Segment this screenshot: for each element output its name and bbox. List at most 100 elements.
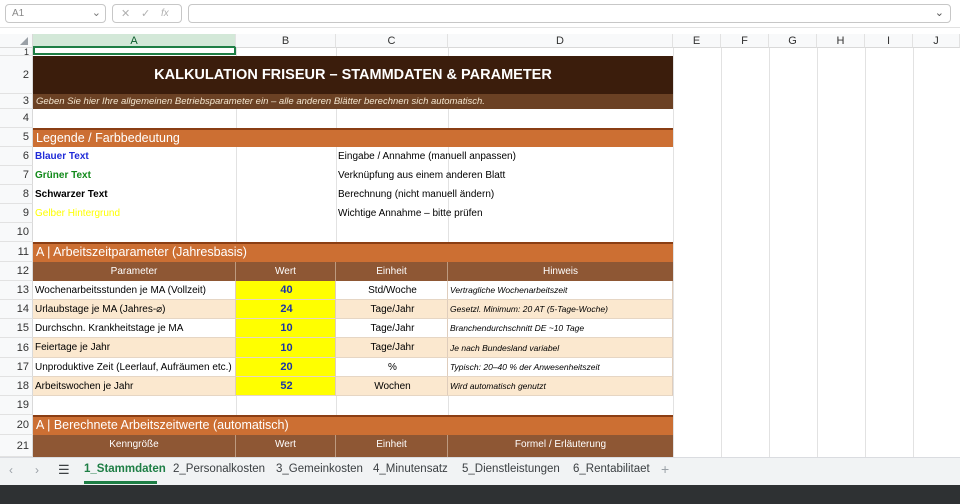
sheet-title[interactable]: KALKULATION FRISEUR – STAMMDATEN & PARAM…	[33, 56, 673, 94]
unit-cell[interactable]: Wochen	[336, 377, 448, 396]
accept-icon[interactable]: ✓	[141, 7, 150, 20]
row-header-5[interactable]: 5	[0, 128, 33, 147]
row-header-12[interactable]: 12	[0, 262, 33, 281]
select-all-corner[interactable]	[0, 34, 33, 48]
legend-label-blue[interactable]: Blauer Text	[35, 147, 235, 166]
unit-cell[interactable]: Tage/Jahr	[336, 338, 448, 358]
sheet-menu-icon[interactable]: ☰	[58, 462, 70, 478]
row-header-19[interactable]: 19	[0, 396, 33, 415]
param-cell[interactable]: Wochenarbeitsstunden je MA (Vollzeit)	[33, 281, 236, 300]
hint-cell[interactable]: Typisch: 20–40 % der Anwesenheitszeit	[448, 358, 673, 377]
legend-label-green[interactable]: Grüner Text	[35, 166, 235, 185]
column-header-b[interactable]: B	[236, 34, 336, 48]
expand-formula-icon[interactable]: ⌄	[935, 6, 944, 19]
param-cell[interactable]: Durchschn. Krankheitstage je MA	[33, 319, 236, 338]
row-header-7[interactable]: 7	[0, 166, 33, 185]
hint-cell[interactable]: Je nach Bundesland variabel	[448, 338, 673, 358]
legend-desc-black[interactable]: Berechnung (nicht manuell ändern)	[338, 185, 668, 204]
row-header-13[interactable]: 13	[0, 281, 33, 300]
value-cell[interactable]: 40	[236, 281, 336, 300]
row-header-8[interactable]: 8	[0, 185, 33, 204]
column-header-a[interactable]: A	[33, 34, 236, 48]
unit-cell[interactable]: Tage/Jahr	[336, 319, 448, 338]
row-header-16[interactable]: 16	[0, 338, 33, 358]
column-header-h[interactable]: H	[817, 34, 865, 48]
header-wert[interactable]: Wert	[236, 262, 336, 281]
column-header-e[interactable]: E	[673, 34, 721, 48]
chevron-down-icon[interactable]: ⌄	[92, 6, 101, 19]
param-cell[interactable]: Feiertage je Jahr	[33, 338, 236, 358]
column-header-c[interactable]: C	[336, 34, 448, 48]
header-einheit-b[interactable]: Einheit	[336, 435, 448, 457]
row-header-21[interactable]: 21	[0, 435, 33, 457]
hint-cell[interactable]: Branchendurchschnitt DE ~10 Tage	[448, 319, 673, 338]
unit-cell[interactable]: %	[336, 358, 448, 377]
hint-cell[interactable]: Gesetzl. Minimum: 20 AT (5-Tage-Woche)	[448, 300, 673, 319]
tab-4-minutensatz[interactable]: 4_Minutensatz	[373, 463, 448, 475]
column-header-g[interactable]: G	[769, 34, 817, 48]
hint-cell[interactable]: Vertragliche Wochenarbeitszeit	[448, 281, 673, 300]
legend-label-yellow[interactable]: Gelber Hintergrund	[35, 204, 235, 223]
unit-cell[interactable]: Tage/Jahr	[336, 300, 448, 319]
grid-line	[673, 48, 674, 457]
column-header-i[interactable]: I	[865, 34, 913, 48]
tab-1-stammdaten[interactable]: 1_Stammdaten	[84, 463, 166, 475]
row-header-15[interactable]: 15	[0, 319, 33, 338]
tab-6-rentabilitaet[interactable]: 6_Rentabilitaet	[573, 463, 650, 475]
legend-desc-green[interactable]: Verknüpfung aus einem anderen Blatt	[338, 166, 668, 185]
row-header-10[interactable]: 10	[0, 223, 33, 242]
row-header-18[interactable]: 18	[0, 377, 33, 396]
hint-cell[interactable]: Wird automatisch genutzt	[448, 377, 673, 396]
name-box[interactable]: A1 ⌄	[5, 4, 106, 23]
formula-input[interactable]: ⌄	[188, 4, 951, 23]
legend-label-black[interactable]: Schwarzer Text	[35, 185, 235, 204]
row-header-2[interactable]: 2	[0, 56, 33, 94]
header-formel[interactable]: Formel / Erläuterung	[448, 435, 673, 457]
column-header-f[interactable]: F	[721, 34, 769, 48]
cancel-icon[interactable]: ✕	[121, 7, 130, 20]
selected-cell-a1[interactable]	[33, 47, 236, 55]
row-header-9[interactable]: 9	[0, 204, 33, 223]
column-header-d[interactable]: D	[448, 34, 673, 48]
value-cell[interactable]: 24	[236, 300, 336, 319]
section-b-heading[interactable]: A | Berechnete Arbeitszeitwerte (automat…	[33, 415, 673, 435]
header-kenngroesse[interactable]: Kenngröße	[33, 435, 236, 457]
row-header-20[interactable]: 20	[0, 415, 33, 435]
add-sheet-icon[interactable]: +	[661, 461, 669, 477]
header-einheit[interactable]: Einheit	[336, 262, 448, 281]
header-hinweis[interactable]: Hinweis	[448, 262, 673, 281]
section-a-heading[interactable]: A | Arbeitszeitparameter (Jahresbasis)	[33, 242, 673, 262]
row-header-11[interactable]: 11	[0, 242, 33, 262]
param-cell[interactable]: Urlaubstage je MA (Jahres-⌀)	[33, 300, 236, 319]
row-header-4[interactable]: 4	[0, 109, 33, 128]
value-cell[interactable]: 10	[236, 338, 336, 358]
tab-5-dienstleistungen[interactable]: 5_Dienstleistungen	[462, 463, 560, 475]
row-header-17[interactable]: 17	[0, 358, 33, 377]
sheet-subtitle[interactable]: Geben Sie hier Ihre allgemeinen Betriebs…	[33, 94, 673, 109]
row-header-6[interactable]: 6	[0, 147, 33, 166]
tab-3-gemeinkosten[interactable]: 3_Gemeinkosten	[276, 463, 363, 475]
header-wert-b[interactable]: Wert	[236, 435, 336, 457]
row-header-1[interactable]: 1	[0, 48, 33, 57]
grid-line	[721, 48, 722, 457]
legend-desc-yellow[interactable]: Wichtige Annahme – bitte prüfen	[338, 204, 668, 223]
prev-sheet-icon[interactable]: ‹	[9, 463, 13, 477]
value-cell[interactable]: 10	[236, 319, 336, 338]
fx-icon[interactable]: fx	[161, 8, 169, 19]
tab-2-personalkosten[interactable]: 2_Personalkosten	[173, 463, 265, 475]
value-cell[interactable]: 20	[236, 358, 336, 377]
grid-line	[817, 48, 818, 457]
param-cell[interactable]: Unproduktive Zeit (Leerlauf, Aufräumen e…	[33, 358, 236, 377]
column-header-j[interactable]: J	[913, 34, 960, 48]
header-parameter[interactable]: Parameter	[33, 262, 236, 281]
param-cell[interactable]: Arbeitswochen je Jahr	[33, 377, 236, 396]
unit-cell[interactable]: Std/Woche	[336, 281, 448, 300]
legend-heading[interactable]: Legende / Farbbedeutung	[33, 128, 673, 147]
legend-desc-blue[interactable]: Eingabe / Annahme (manuell anpassen)	[338, 147, 668, 166]
next-sheet-icon[interactable]: ›	[35, 463, 39, 477]
grid-line	[913, 48, 914, 457]
status-bar	[0, 485, 960, 504]
value-cell[interactable]: 52	[236, 377, 336, 396]
row-header-3[interactable]: 3	[0, 94, 33, 109]
row-header-14[interactable]: 14	[0, 300, 33, 319]
